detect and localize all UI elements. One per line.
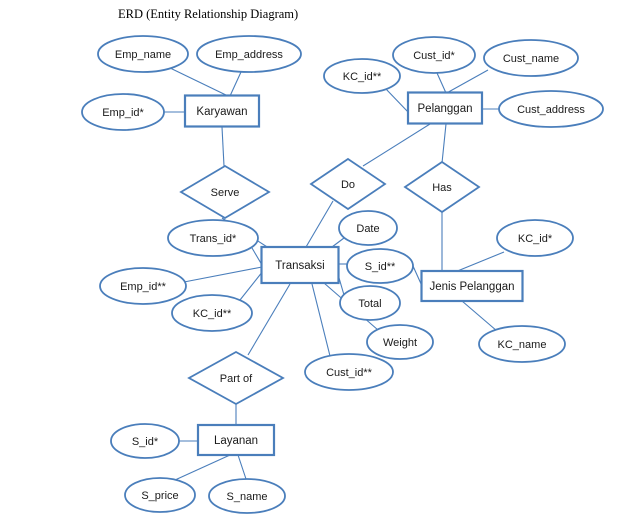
attribute-label: Date [356,223,379,235]
attribute-s_id_fk[interactable]: S_id** [346,248,414,284]
entity-jenis_pelanggan[interactable]: Jenis Pelanggan [420,269,524,303]
attribute-label: Emp_id** [120,281,167,293]
connector-line [454,251,505,273]
attribute-label: Cust_id* [413,50,455,62]
entity-label: Jenis Pelanggan [429,281,514,293]
attribute-label: Cust_id** [326,367,373,379]
connector-line [436,72,447,94]
connector-line [362,123,431,167]
connector-line [183,266,263,283]
attribute-date[interactable]: Date [338,210,398,246]
attribute-trans_id_pk[interactable]: Trans_id* [167,219,259,257]
connector-line [247,283,291,356]
attribute-emp_name[interactable]: Emp_name [97,35,189,73]
relationship-label: Part of [220,373,253,385]
connector-line [167,66,229,97]
attribute-label: Trans_id* [190,233,237,245]
attribute-label: Weight [383,337,417,349]
attribute-label: S_id** [365,261,396,273]
entity-karyawan[interactable]: Karyawan [183,94,261,128]
attribute-cust_id_fk[interactable]: Cust_id** [304,353,394,391]
attribute-cust_id_pk[interactable]: Cust_id* [392,36,476,74]
connector-line [311,283,331,357]
erd-diagram-container: Serve Do Has Part of Emp_name Emp_address Emp… [0,0,622,522]
attribute-label: KC_id** [343,71,382,83]
attribute-label: Emp_name [115,49,171,61]
attribute-weight[interactable]: Weight [366,324,434,360]
attribute-emp_id_pk[interactable]: Emp_id* [81,93,165,131]
diagram-title: ERD (Entity Relationship Diagram) [118,7,298,21]
attribute-emp_id_fk[interactable]: Emp_id** [99,267,187,305]
attribute-label: S_price [141,490,178,502]
attribute-cust_name[interactable]: Cust_name [483,39,579,77]
attribute-s_id_pk[interactable]: S_id* [110,423,180,459]
entity-label: Karyawan [196,106,247,118]
connector-line [441,123,447,164]
attribute-total[interactable]: Total [339,285,401,321]
relationship-label: Has [432,182,452,194]
relationship-label: Serve [211,187,240,199]
entity-transaksi[interactable]: Transaksi [260,245,340,285]
entity-label: Layanan [214,435,258,447]
connector-line [331,237,345,248]
relationship-serve[interactable]: Serve [179,164,271,220]
attribute-label: S_name [227,491,268,503]
connector-line [305,200,334,248]
attribute-label: Emp_address [215,49,283,61]
relationship-label: Do [341,179,355,191]
attribute-label: Cust_address [517,104,585,116]
attribute-cust_address[interactable]: Cust_address [498,90,604,128]
erd-canvas: ServeDo HasPart of Emp_name Emp_addressEmp… [81,7,604,514]
attribute-kc_id_fk_pelanggan[interactable]: KC_id** [323,58,401,94]
attribute-kc_id_fk_transaksi[interactable]: KC_id** [171,294,253,332]
entity-label: Pelanggan [418,103,473,115]
attribute-label: Total [358,298,381,310]
relationship-part_of[interactable]: Part of [187,350,285,406]
attribute-label: KC_id* [518,233,553,245]
attribute-s_price[interactable]: S_price [124,477,196,513]
attribute-s_name[interactable]: S_name [208,478,286,514]
attribute-label: KC_name [498,339,547,351]
connector-line [461,300,498,332]
attribute-label: KC_id** [193,308,232,320]
connector-line [221,126,225,167]
connector-line [384,87,410,114]
connector-line [174,454,231,481]
entity-label: Transaksi [275,260,324,272]
attribute-kc_id_pk[interactable]: KC_id* [496,219,574,257]
entity-layanan[interactable]: Layanan [196,423,276,457]
entity-pelanggan[interactable]: Pelanggan [406,91,484,125]
connector-line [229,71,242,97]
relationship-do[interactable]: Do [309,157,387,211]
attribute-label: S_id* [132,436,159,448]
attribute-kc_name[interactable]: KC_name [478,325,566,363]
attribute-label: Emp_id* [102,107,144,119]
attribute-layer: Emp_name Emp_address Emp_id* KC_id** Cust_id… [81,35,604,514]
relationship-has[interactable]: Has [403,160,481,214]
connector-line [237,454,247,480]
attribute-label: Cust_name [503,53,559,65]
attribute-emp_address[interactable]: Emp_address [196,35,302,73]
connector-line [239,270,264,301]
